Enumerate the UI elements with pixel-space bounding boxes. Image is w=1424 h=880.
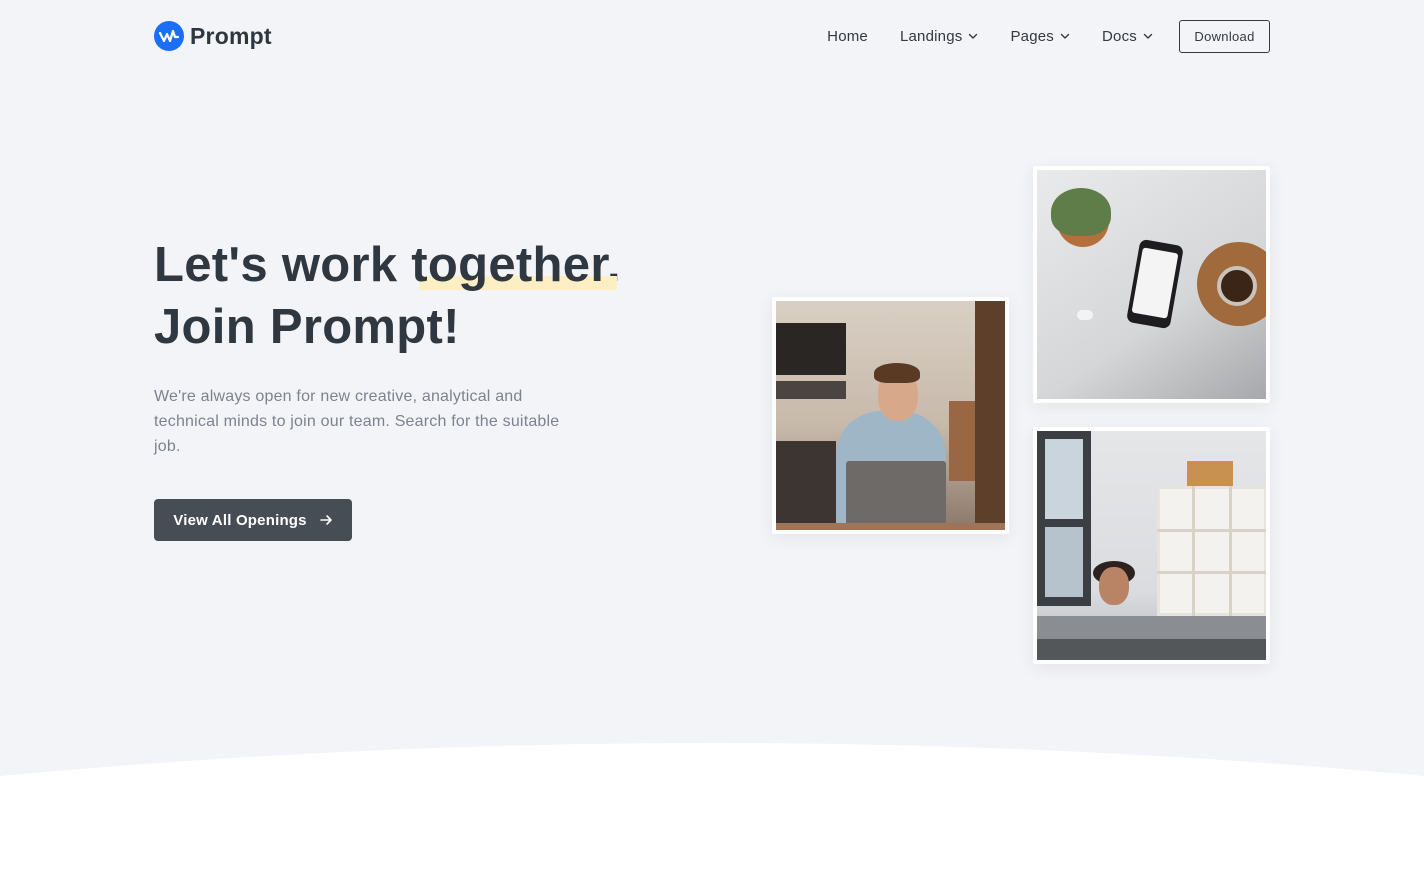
chevron-down-icon <box>969 33 978 39</box>
team-photo-cafe <box>772 297 1009 534</box>
brand-logo-link[interactable]: Prompt <box>154 21 272 51</box>
arrow-right-icon <box>319 515 332 525</box>
navbar: Prompt Home Landings Pages Docs Download <box>154 16 1270 56</box>
chevron-down-icon <box>1143 33 1153 39</box>
section-divider-curve <box>0 743 1424 880</box>
view-all-openings-button[interactable]: View All Openings <box>154 499 352 541</box>
nav-item-pages[interactable]: Pages <box>1010 28 1070 45</box>
team-photo-desk-flatlay <box>1033 166 1270 403</box>
nav-item-landings[interactable]: Landings <box>900 28 979 45</box>
nav-item-label: Landings <box>899 27 963 45</box>
cafe-image <box>776 301 1005 530</box>
brand-name: Prompt <box>190 22 272 49</box>
team-photo-office <box>1033 427 1270 664</box>
hero-subtitle: We're always open for new creative, anal… <box>154 388 560 455</box>
office-image <box>1037 431 1266 660</box>
wave-logo-icon <box>154 21 184 51</box>
nav-item-docs[interactable]: Docs <box>1102 28 1153 45</box>
nav-item-home[interactable]: Home <box>827 28 868 45</box>
flatlay-image <box>1037 170 1266 399</box>
chevron-down-icon <box>1060 33 1070 39</box>
hero-title: Let's work together. Join Prompt! <box>154 234 621 358</box>
download-button[interactable]: Download <box>1179 19 1270 53</box>
nav-item-label: Docs <box>1102 27 1137 45</box>
nav-item-label: Pages <box>1010 27 1055 45</box>
nav-item-label: Home <box>827 27 868 45</box>
hero-title-prefix: Let's work <box>154 238 412 292</box>
cta-label: View All Openings <box>173 511 307 529</box>
hero-title-highlight: together <box>411 238 607 292</box>
nav-menu: Home Landings Pages Docs Download <box>827 19 1270 53</box>
hero-title-line2: Join Prompt! <box>154 300 460 354</box>
